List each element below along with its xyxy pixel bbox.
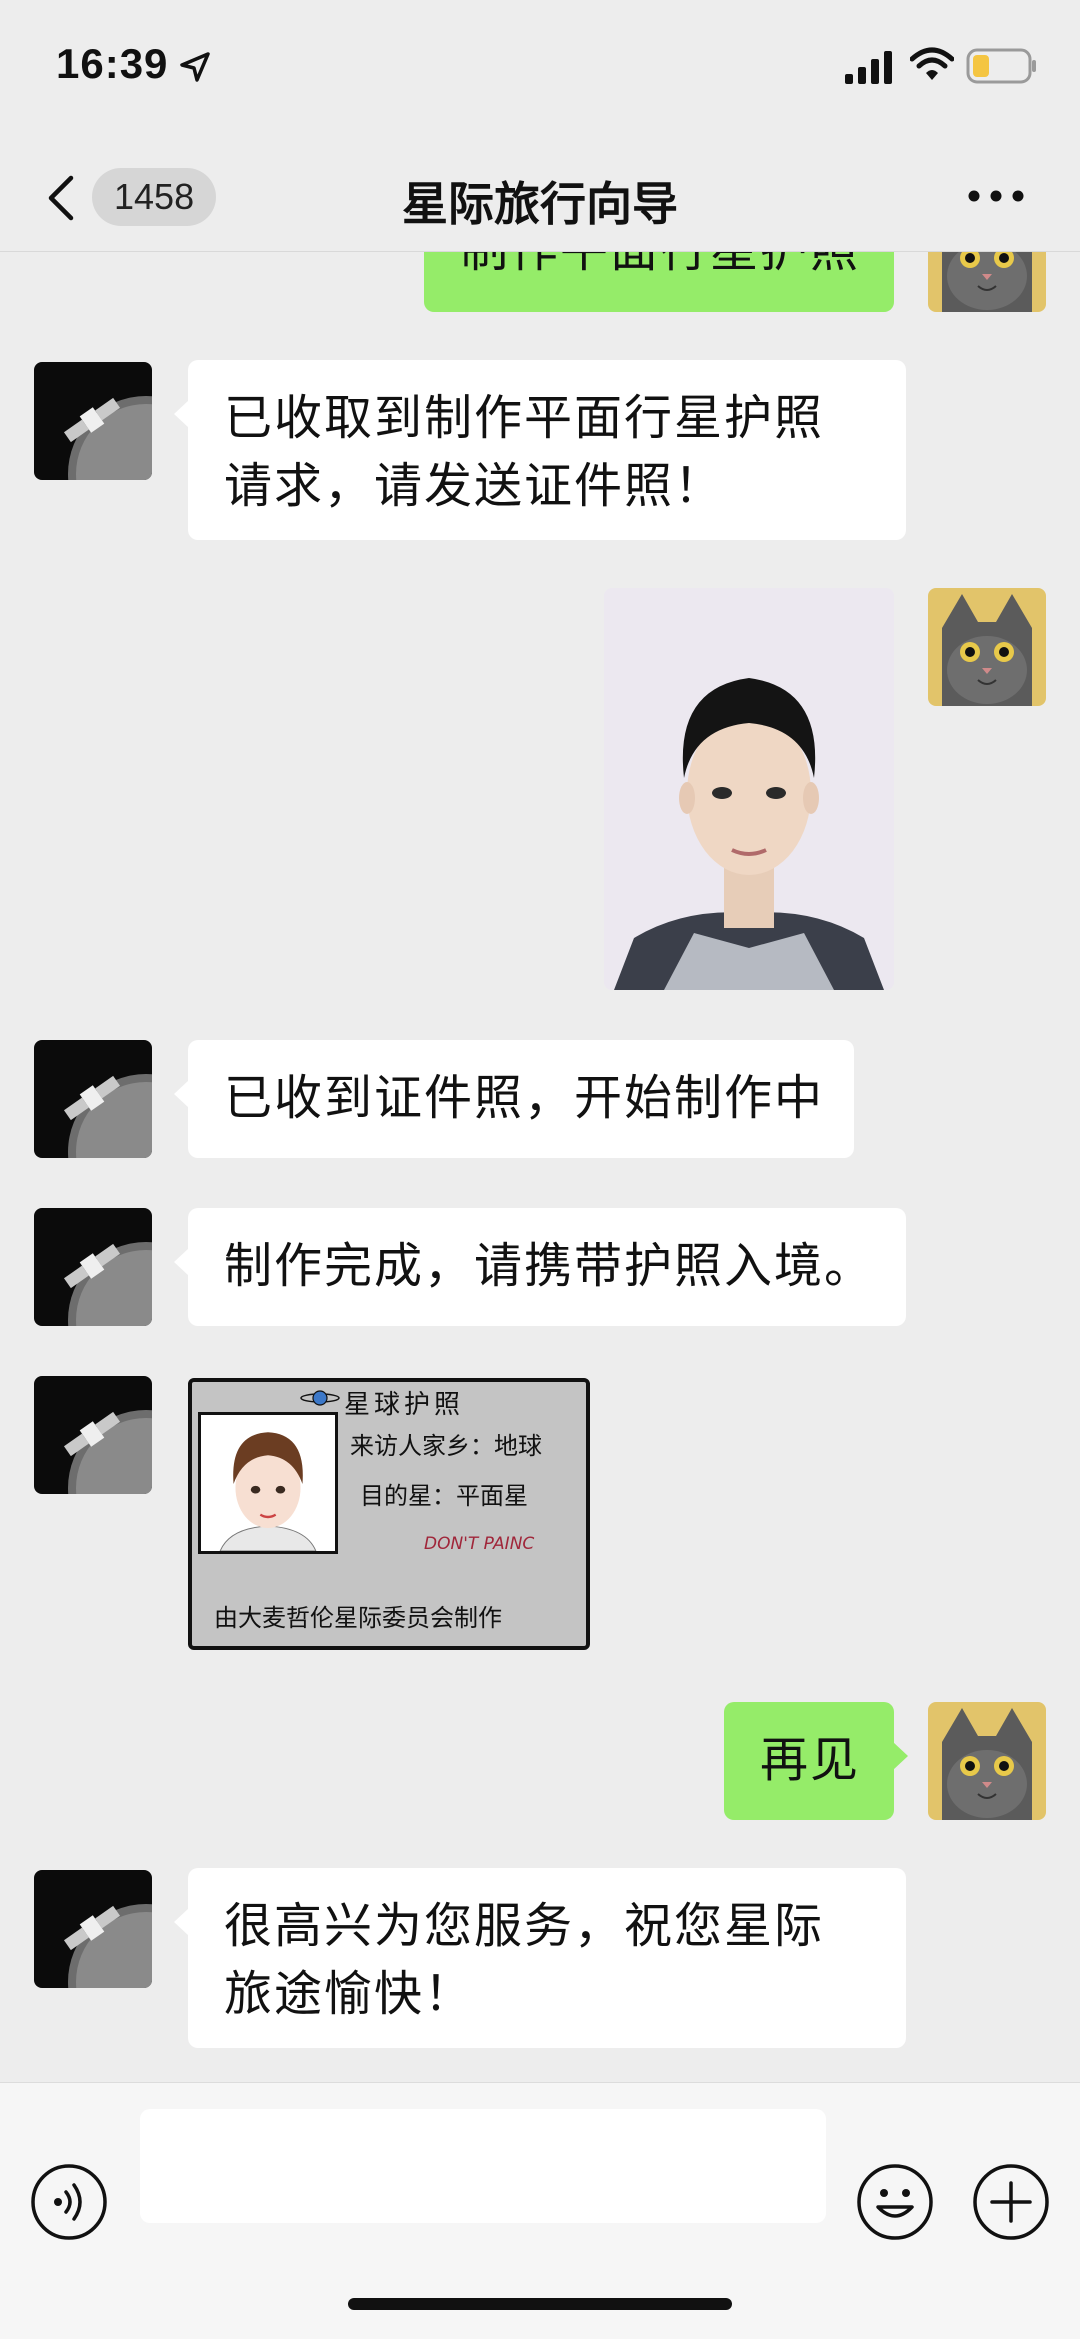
passport-slogan: DON'T PAINC [424, 1534, 535, 1554]
message-text: 制作平面行星护照 [460, 252, 860, 278]
message-bubble[interactable]: 制作完成，请携带护照入境。 [174, 1208, 906, 1326]
plus-icon[interactable] [972, 2163, 1050, 2241]
signal-bars-icon [845, 51, 892, 84]
message-outgoing: 制作平面行星护照 [0, 252, 1080, 312]
nav-bar: 1458 星际旅行向导 [0, 140, 1080, 252]
bot-avatar[interactable] [34, 1870, 152, 1988]
bot-avatar[interactable] [34, 362, 152, 480]
home-indicator [348, 2298, 732, 2310]
satellite-moon-avatar-icon [34, 1208, 152, 1326]
status-bar: 16:39 [0, 0, 1080, 140]
id-photo-image[interactable] [604, 588, 894, 990]
passport-portrait [198, 1412, 338, 1554]
bot-avatar[interactable] [34, 1208, 152, 1326]
passport-origin: 来访人家乡：地球 [350, 1432, 542, 1460]
message-incoming: 很高兴为您服务，祝您星际旅途愉快！ [0, 1868, 1080, 2048]
location-arrow-icon [180, 52, 210, 82]
message-bubble[interactable]: 已收到证件照，开始制作中 [174, 1040, 854, 1158]
user-avatar[interactable] [928, 588, 1046, 706]
chat-message-list[interactable]: 制作平面行星护照 [0, 252, 1080, 2082]
bot-avatar[interactable] [34, 1376, 152, 1494]
cat-avatar-icon [928, 588, 1046, 706]
page-title: 星际旅行向导 [402, 177, 678, 231]
message-incoming: 已收到证件照，开始制作中 [0, 1040, 1080, 1158]
user-avatar[interactable] [928, 1702, 1046, 1820]
cat-avatar-icon [928, 252, 1046, 312]
battery-low-icon [966, 48, 1036, 84]
voice-icon[interactable] [30, 2163, 108, 2241]
message-incoming: 制作完成，请携带护照入境。 [0, 1208, 1080, 1326]
message-bubble[interactable]: 已收取到制作平面行星护照请求，请发送证件照！ [174, 360, 906, 540]
planet-icon [300, 1390, 340, 1406]
passport-destination: 目的星：平面星 [360, 1482, 528, 1510]
message-bubble[interactable]: 再见 [724, 1702, 908, 1820]
wifi-icon [910, 47, 954, 80]
message-bubble[interactable]: 很高兴为您服务，祝您星际旅途愉快！ [174, 1868, 906, 2048]
satellite-moon-avatar-icon [34, 1870, 152, 1988]
ellipsis-icon[interactable] [966, 178, 1026, 214]
message-incoming: 星球护照 来访人家乡：地球 目的星：平面星 DON'T PAINC 由大麦哲伦星… [0, 1376, 1080, 1652]
status-time: 16:39 [56, 40, 169, 87]
satellite-moon-avatar-icon [34, 1040, 152, 1158]
passport-title: 星球护照 [344, 1390, 465, 1420]
user-avatar[interactable] [928, 252, 1046, 312]
message-bubble[interactable]: 制作平面行星护照 [424, 252, 894, 312]
satellite-moon-avatar-icon [34, 1376, 152, 1494]
planet-passport-image[interactable]: 星球护照 来访人家乡：地球 目的星：平面星 DON'T PAINC 由大麦哲伦星… [188, 1378, 590, 1650]
message-text: 再见 [760, 1732, 861, 1788]
message-outgoing [0, 588, 1080, 990]
message-outgoing: 再见 [0, 1702, 1080, 1820]
message-text: 已收取到制作平面行星护照请求，请发送证件照！ [224, 390, 825, 514]
cat-avatar-icon [928, 1702, 1046, 1820]
message-text: 很高兴为您服务，祝您星际旅途愉快！ [224, 1898, 825, 2022]
message-text: 制作完成，请携带护照入境。 [224, 1238, 875, 1294]
satellite-moon-avatar-icon [34, 362, 152, 480]
message-text: 已收到证件照，开始制作中 [224, 1070, 825, 1126]
message-input[interactable] [140, 2109, 826, 2223]
bot-avatar[interactable] [34, 1040, 152, 1158]
emoji-icon[interactable] [856, 2163, 934, 2241]
message-incoming: 已收取到制作平面行星护照请求，请发送证件照！ [0, 360, 1080, 540]
portrait-drawing [201, 1415, 335, 1551]
passport-footer: 由大麦哲伦星际委员会制作 [214, 1604, 502, 1632]
